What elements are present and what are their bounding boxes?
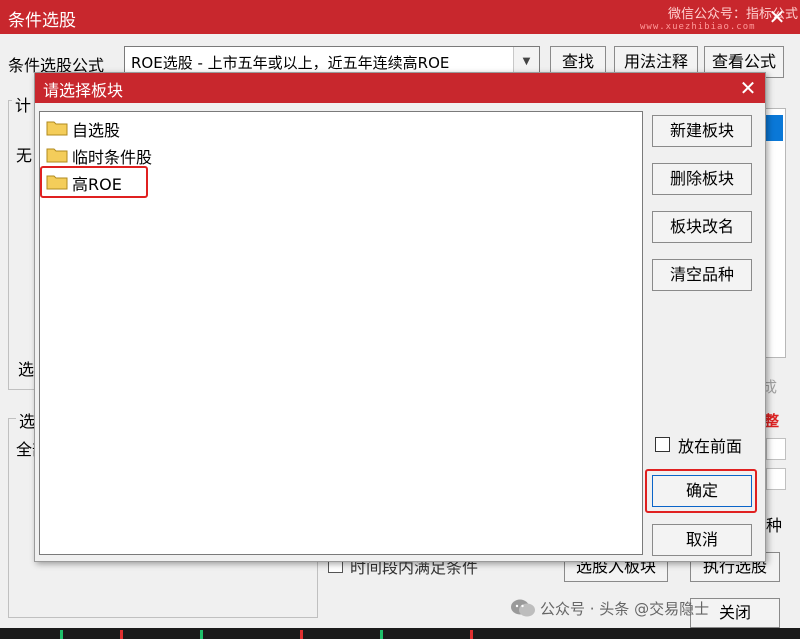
clear-stocks-button[interactable]: 清空品种 [652,259,752,291]
board-item-temp-condition[interactable]: 临时条件股 [46,143,246,167]
strip-mark [60,630,63,639]
strip-mark [300,630,303,639]
watermark-url: www.xuezhibiao.com [640,22,756,32]
ok-button[interactable]: 确定 [652,475,752,507]
wechat-icon [511,599,535,617]
delete-board-button[interactable]: 删除板块 [652,163,752,195]
right-list-selected-item[interactable] [765,115,783,141]
formula-select-value: ROE选股 - 上市五年或以上，近五年连续高ROE [131,54,450,72]
right-input-1[interactable] [766,438,786,460]
main-window-title: 条件选股 [8,11,76,31]
calc-group-caption: 计 [12,92,35,116]
place-front-checkbox[interactable] [655,437,670,452]
strip-mark [470,630,473,639]
board-label: 临时条件股 [72,148,153,167]
board-list[interactable]: 自选股 临时条件股 高ROE [39,111,643,555]
footer-watermark-text: 公众号 · 头条 @交易隐士 [540,600,710,618]
strip-mark [200,630,203,639]
dialog-titlebar: 请选择板块 ✕ [35,73,765,103]
strip-mark [120,630,123,639]
select-label: 选 [18,360,35,379]
right-kind-text: 种 [766,516,783,535]
dialog-close-icon[interactable]: ✕ [735,75,761,101]
none-label: 无 [16,146,33,165]
strip-mark [380,630,383,639]
rename-board-button[interactable]: 板块改名 [652,211,752,243]
board-label: 自选股 [72,121,121,140]
select-board-dialog: 请选择板块 ✕ 自选股 临时条件股 高ROE 新建板块 删除板块 板块改名 清空… [34,72,766,562]
main-close-icon[interactable]: ✕ [762,4,792,30]
place-front-label: 放在前面 [678,437,743,456]
right-red-text: 整 [764,412,780,430]
folder-icon [46,148,68,163]
new-board-button[interactable]: 新建板块 [652,115,752,147]
board-item-watchlist[interactable]: 自选股 [46,116,246,140]
right-input-2[interactable] [766,468,786,490]
dialog-title: 请选择板块 [43,81,124,100]
folder-icon [46,121,68,136]
annotation-highlight-box [40,166,148,198]
cancel-button[interactable]: 取消 [652,524,752,556]
footer-watermark: 公众号 · 头条 @交易隐士 [510,594,709,622]
main-titlebar: 条件选股 微信公众号：指标公式 www.xuezhibiao.com ✕ [0,0,800,34]
